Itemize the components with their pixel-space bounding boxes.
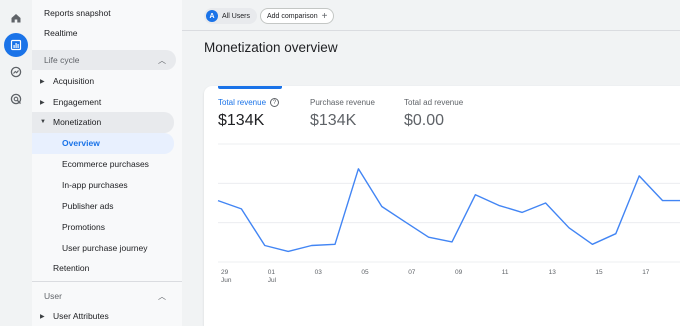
segment-label: All Users xyxy=(222,12,251,20)
nav-label: Retention xyxy=(53,263,90,273)
chevron-up-icon: ︿ xyxy=(158,55,166,65)
x-tick-label: 05 xyxy=(361,269,369,276)
nav-label: Monetization xyxy=(53,117,102,127)
nav-user-purchase-journey[interactable]: User purchase journey xyxy=(32,238,176,258)
chevron-up-icon: ︿ xyxy=(158,291,166,301)
x-tick-label: 11 xyxy=(502,269,509,276)
header-divider xyxy=(182,30,680,31)
caret-down-icon: ▼ xyxy=(40,119,46,125)
reports-icon[interactable] xyxy=(4,33,28,57)
section-label: User xyxy=(44,291,62,301)
caret-right-icon: ▶ xyxy=(40,78,45,85)
x-tick-label: 29 xyxy=(221,269,229,276)
nav-in-app-purchases[interactable]: In-app purchases xyxy=(32,175,176,195)
revenue-card: Total revenue? $134K Purchase revenue $1… xyxy=(204,86,680,326)
nav-realtime[interactable]: Realtime xyxy=(32,23,176,43)
x-tick-label: 01 xyxy=(268,269,276,276)
x-tick-label: 15 xyxy=(595,269,603,276)
plus-icon: + xyxy=(321,10,328,22)
nav-engagement[interactable]: ▶ Engagement xyxy=(32,92,176,112)
x-tick-label: 13 xyxy=(549,269,557,276)
report-nav: Reports snapshot Realtime Life cycle ︿ ▶… xyxy=(32,0,182,326)
nav-label: Overview xyxy=(62,138,100,148)
x-tick-label: 17 xyxy=(642,269,650,276)
x-tick-label: 09 xyxy=(455,269,463,276)
segment-chip-all-users[interactable]: A All Users xyxy=(204,8,258,24)
nav-label: In-app purchases xyxy=(62,180,128,190)
section-life-cycle[interactable]: Life cycle ︿ xyxy=(32,50,176,70)
nav-overview[interactable]: Overview xyxy=(32,133,176,153)
home-icon[interactable] xyxy=(4,6,28,30)
add-comparison-label: Add comparison xyxy=(267,12,318,20)
x-tick-month-label: Jul xyxy=(268,277,277,284)
nav-publisher-ads[interactable]: Publisher ads xyxy=(32,196,176,216)
nav-acquisition[interactable]: ▶ Acquisition xyxy=(32,71,176,91)
add-comparison-button[interactable]: Add comparison + xyxy=(260,8,335,24)
page-title: Monetization overview xyxy=(204,40,338,55)
main-content: A All Users Add comparison + Monetizatio… xyxy=(182,0,680,326)
x-tick-label: 07 xyxy=(408,269,416,276)
segment-avatar: A xyxy=(206,10,218,22)
revenue-line-chart: 29Jun 01Jul 03 05 07 09 11 13 15 17 xyxy=(217,143,680,284)
nav-label: Realtime xyxy=(44,28,78,38)
caret-right-icon: ▶ xyxy=(40,313,45,320)
x-tick-label: 03 xyxy=(315,269,323,276)
nav-label: Acquisition xyxy=(53,76,95,86)
nav-label: Publisher ads xyxy=(62,201,114,211)
nav-ecommerce-purchases[interactable]: Ecommerce purchases xyxy=(32,154,176,174)
nav-divider xyxy=(32,281,182,282)
section-label: Life cycle xyxy=(44,55,80,65)
caret-right-icon: ▶ xyxy=(40,99,45,106)
nav-promotions[interactable]: Promotions xyxy=(32,217,176,237)
nav-label: Promotions xyxy=(62,222,105,232)
advertising-icon[interactable] xyxy=(4,87,28,111)
nav-label: Reports snapshot xyxy=(44,8,111,18)
series-line xyxy=(217,168,680,253)
nav-monetization[interactable]: ▼ Monetization xyxy=(32,112,176,132)
explore-icon[interactable] xyxy=(4,60,28,84)
nav-label: User Attributes xyxy=(53,311,109,321)
nav-label: Engagement xyxy=(53,97,102,107)
section-user[interactable]: User ︿ xyxy=(32,286,176,306)
icon-rail xyxy=(0,0,32,326)
nav-reports-snapshot[interactable]: Reports snapshot xyxy=(32,3,176,23)
x-tick-month-label: Jun xyxy=(221,277,232,284)
nav-user-attributes[interactable]: ▶ User Attributes xyxy=(32,306,176,326)
nav-label: Ecommerce purchases xyxy=(62,159,149,169)
nav-label: User purchase journey xyxy=(62,243,148,253)
nav-retention[interactable]: Retention xyxy=(32,258,176,278)
